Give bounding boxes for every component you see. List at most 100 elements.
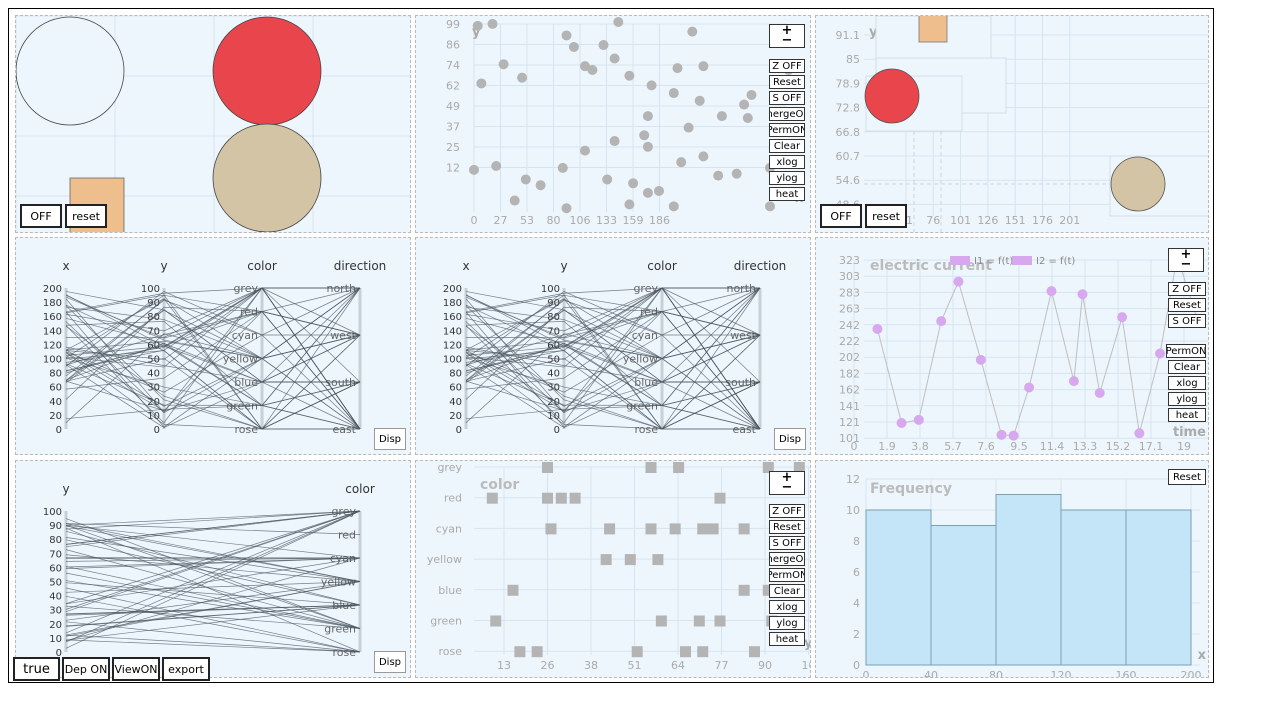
off-button[interactable]: OFF — [820, 204, 862, 228]
data-point — [1024, 382, 1035, 393]
tick-label: 20 — [449, 411, 462, 422]
p6-permon-button[interactable]: PermON — [1166, 344, 1206, 358]
data-point — [896, 417, 907, 428]
p2-reset-button[interactable]: Reset — [769, 75, 805, 89]
tan-bubble — [1110, 156, 1166, 212]
scatter-plot[interactable]: 02753801061331591869986746249372512yx — [416, 16, 811, 233]
p8-xlog-button[interactable]: xlog — [769, 600, 805, 614]
parallel-coords-plot[interactable]: ycolor1009080706050403020100greyredcyany… — [16, 461, 411, 678]
disp-button[interactable]: Disp — [374, 651, 406, 673]
color-scatter-plot[interactable]: 13 26 38 51 64 77 90 10 grey red cyan yellow blue gre… — [416, 461, 811, 678]
p8-clear-button[interactable]: Clear — [769, 584, 805, 598]
shapes-canvas[interactable] — [16, 16, 411, 233]
p6-heat-button[interactable]: heat — [1168, 408, 1206, 422]
data-point — [738, 584, 750, 596]
off-button[interactable]: OFF — [20, 204, 62, 228]
p2-z-off-button[interactable]: Z OFF — [769, 59, 805, 73]
parallel-coords-plot[interactable]: x y color direction200180160140120100806040… — [416, 238, 811, 455]
data-point — [655, 615, 667, 627]
p8-permon-button[interactable]: PermON — [769, 568, 805, 582]
reset-button[interactable]: reset — [865, 204, 907, 228]
data-point — [587, 65, 598, 75]
data-point — [1046, 286, 1057, 297]
data-point — [714, 615, 726, 627]
p2-permon-button[interactable]: PermON — [769, 123, 805, 137]
p8-z-off-button[interactable]: Z OFF — [769, 504, 805, 518]
polyline-record — [65, 639, 361, 653]
dashboard-frame: OFF reset 0 27 53 80 106 133 159 186 99 86 74 62 49 3… — [8, 8, 1214, 683]
tick-label: 60 — [49, 383, 62, 394]
y-tick-label: 85 — [846, 53, 860, 66]
x-tick-label: 126 — [977, 214, 998, 227]
polyline-record — [65, 510, 361, 545]
p6-z-off-button[interactable]: Z OFF — [1168, 282, 1206, 296]
column-header: x — [462, 259, 469, 273]
data-point — [765, 201, 775, 212]
p2-xlog-button[interactable]: xlog — [769, 155, 805, 169]
x-tick-label: 76 — [926, 214, 940, 227]
zoom-plus-minus-button[interactable]: + − — [1168, 248, 1204, 272]
data-point — [697, 523, 709, 535]
bubble-plot[interactable]: 517610112615117620191.18578.972.866.860.… — [816, 16, 1209, 233]
y-tick-label: 263 — [839, 303, 860, 316]
x-tick-label: 10 — [802, 659, 812, 672]
p6-clear-button[interactable]: Clear — [1168, 360, 1206, 374]
parallel-coords-plot[interactable]: x y color direction200180160140120100806040… — [16, 238, 411, 455]
export-button[interactable]: export — [162, 657, 210, 681]
zoom-plus-minus-button[interactable]: + − — [769, 24, 805, 48]
data-point — [568, 41, 579, 52]
zoom-plus-minus-button[interactable]: + − — [769, 471, 805, 495]
p8-heat-button[interactable]: heat — [769, 632, 805, 646]
p8-mergeon-button[interactable]: mergeON — [769, 552, 805, 566]
p8-ylog-button[interactable]: ylog — [769, 616, 805, 630]
true-toggle-button[interactable]: true — [13, 657, 60, 681]
data-point — [631, 646, 643, 658]
data-point — [545, 523, 557, 535]
tick-label: 40 — [49, 397, 62, 408]
dep-on-button[interactable]: Dep ON — [62, 657, 110, 681]
tick-label: 40 — [49, 592, 62, 603]
p6-xlog-button[interactable]: xlog — [1168, 376, 1206, 390]
disp-button[interactable]: Disp — [374, 428, 406, 450]
x-axis-label: x — [1198, 648, 1207, 663]
color-scatter-panel: 13 26 38 51 64 77 90 10 grey red cyan yellow blue gre… — [415, 460, 811, 678]
tick-label: 100 — [43, 507, 62, 518]
p2-s-off-button[interactable]: S OFF — [769, 91, 805, 105]
p2-mergeon-button[interactable]: mergeON — [769, 107, 805, 121]
column-header: y — [160, 259, 167, 273]
data-point — [646, 80, 657, 91]
data-point — [694, 95, 705, 106]
reset-button[interactable]: reset — [65, 204, 107, 228]
disp-button[interactable]: Disp — [774, 428, 806, 450]
x-tick-label: 151 — [1005, 214, 1026, 227]
p8-reset-button[interactable]: Reset — [769, 520, 805, 534]
y-tick-label: 99 — [446, 18, 460, 31]
tick-label: 70 — [49, 549, 62, 560]
p6-reset-button[interactable]: Reset — [1168, 298, 1206, 312]
data-point — [669, 523, 681, 535]
tick-label: 120 — [43, 340, 62, 351]
data-point — [507, 584, 519, 596]
electric-current-chart[interactable]: 0 1.9 3.8 5.7 7.6 9.5 11.4 13.3 15.2 17.1 19323303… — [816, 238, 1209, 455]
data-point — [598, 40, 609, 51]
x-tick-label: 53 — [520, 214, 534, 227]
view-on-button[interactable]: ViewON — [112, 657, 160, 681]
data-point — [714, 492, 726, 504]
p6-ylog-button[interactable]: ylog — [1168, 392, 1206, 406]
column-header: y — [560, 259, 567, 273]
p6-s-off-button[interactable]: S OFF — [1168, 314, 1206, 328]
y-tick-label: 12 — [446, 162, 460, 175]
histogram-chart[interactable]: 0246810120 40 80 120 160 200Frequencyx — [816, 461, 1209, 678]
reset-button[interactable]: Reset — [1168, 469, 1206, 485]
chart-title: Frequency — [870, 481, 952, 497]
p2-heat-button[interactable]: heat — [769, 187, 805, 201]
p2-clear-button[interactable]: Clear — [769, 139, 805, 153]
data-point — [642, 187, 653, 198]
data-point — [739, 99, 750, 110]
y-tick-label: 54.6 — [836, 174, 861, 187]
x-tick-label: 17.1 — [1139, 440, 1164, 453]
y-tick-label: 78.9 — [836, 77, 861, 90]
p2-ylog-button[interactable]: ylog — [769, 171, 805, 185]
data-point — [975, 354, 986, 365]
p8-s-off-button[interactable]: S OFF — [769, 536, 805, 550]
